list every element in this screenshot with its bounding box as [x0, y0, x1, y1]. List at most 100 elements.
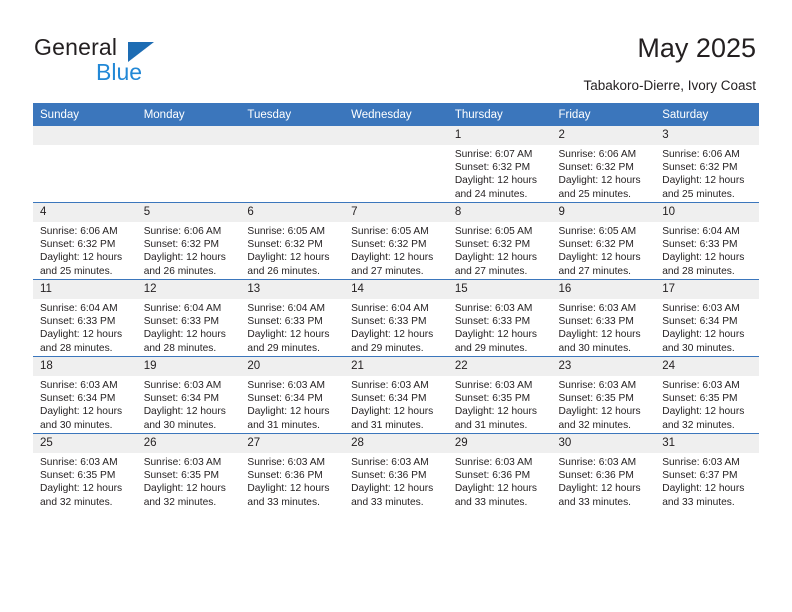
- calendar-day-cell[interactable]: 27 Sunrise: 6:03 AM Sunset: 6:36 PM Dayligh…: [240, 433, 345, 510]
- day-details: Sunrise: 6:03 AM Sunset: 6:36 PM Daylight:…: [448, 453, 552, 509]
- daylight-text: Daylight: 12 hours: [662, 252, 745, 264]
- day-number: 19: [136, 357, 241, 376]
- daylight-text: Daylight: 12 hours: [247, 329, 330, 341]
- page-header: General Blue May 2025 Tabakoro-Dierre, I…: [0, 0, 792, 103]
- day-details: Sunrise: 6:03 AM Sunset: 6:35 PM Daylight:…: [655, 376, 759, 432]
- sunset-text: Sunset: 6:32 PM: [40, 239, 116, 251]
- weekday-header-wednesday: Wednesday: [344, 103, 448, 126]
- sunset-text: Sunset: 6:33 PM: [558, 316, 634, 328]
- calendar-page: General Blue May 2025 Tabakoro-Dierre, I…: [0, 0, 792, 612]
- day-details: Sunrise: 6:03 AM Sunset: 6:34 PM Daylight:…: [240, 376, 344, 432]
- daylight-text: Daylight: 12 hours: [351, 483, 434, 495]
- calendar-day-cell[interactable]: 8 Sunrise: 6:05 AM Sunset: 6:32 PM Daylight…: [447, 202, 552, 280]
- calendar-day-cell[interactable]: 19 Sunrise: 6:03 AM Sunset: 6:34 PM Dayligh…: [136, 356, 241, 434]
- day-details: Sunrise: 6:06 AM Sunset: 6:32 PM Daylight:…: [137, 222, 241, 278]
- day-details: Sunrise: 6:03 AM Sunset: 6:34 PM Daylight:…: [137, 376, 241, 432]
- daylight-text: and 32 minutes.: [143, 496, 217, 508]
- calendar-day-cell[interactable]: 6 Sunrise: 6:05 AM Sunset: 6:32 PM Daylight…: [240, 202, 345, 280]
- sunrise-text: Sunrise: 6:03 AM: [143, 380, 222, 391]
- daylight-text: and 26 minutes.: [247, 265, 320, 277]
- calendar-day-cell[interactable]: 4 Sunrise: 6:06 AM Sunset: 6:32 PM Daylight…: [33, 202, 137, 280]
- day-number: 26: [136, 434, 241, 453]
- calendar-day-cell[interactable]: 5 Sunrise: 6:06 AM Sunset: 6:32 PM Daylight…: [136, 202, 241, 280]
- sunset-text: Sunset: 6:36 PM: [247, 470, 323, 482]
- sunrise-text: Sunrise: 6:03 AM: [40, 380, 118, 391]
- day-details: Sunrise: 6:05 AM Sunset: 6:32 PM Daylight:…: [344, 222, 448, 278]
- daylight-text: Daylight: 12 hours: [247, 483, 330, 495]
- day-details: Sunrise: 6:03 AM Sunset: 6:33 PM Daylight:…: [552, 299, 656, 355]
- day-number: 17: [655, 280, 759, 299]
- weekday-header-tuesday: Tuesday: [240, 103, 345, 126]
- calendar-day-cell[interactable]: 13 Sunrise: 6:04 AM Sunset: 6:33 PM Dayligh…: [240, 279, 345, 357]
- daylight-text: and 24 minutes.: [454, 188, 528, 200]
- sunset-text: Sunset: 6:37 PM: [662, 470, 738, 482]
- calendar-day-cell[interactable]: 26 Sunrise: 6:03 AM Sunset: 6:35 PM Dayligh…: [136, 433, 241, 510]
- calendar-day-cell[interactable]: 16 Sunrise: 6:03 AM Sunset: 6:33 PM Dayligh…: [551, 279, 656, 357]
- calendar-day-cell[interactable]: 28 Sunrise: 6:03 AM Sunset: 6:36 PM Dayligh…: [344, 433, 448, 510]
- calendar-day-cell[interactable]: 7 Sunrise: 6:05 AM Sunset: 6:32 PM Daylight…: [344, 202, 448, 280]
- sunset-text: Sunset: 6:32 PM: [454, 239, 531, 251]
- calendar-day-cell[interactable]: 18 Sunrise: 6:03 AM Sunset: 6:34 PM Dayligh…: [33, 356, 137, 434]
- daylight-text: Daylight: 12 hours: [143, 483, 226, 495]
- sunset-text: Sunset: 6:34 PM: [662, 316, 738, 328]
- calendar-empty-cell: [136, 126, 241, 203]
- daylight-text: and 30 minutes.: [662, 342, 735, 354]
- sunset-text: Sunset: 6:33 PM: [40, 316, 116, 328]
- weekday-header-monday: Monday: [136, 103, 241, 126]
- calendar-day-cell[interactable]: 14 Sunrise: 6:04 AM Sunset: 6:33 PM Dayligh…: [344, 279, 448, 357]
- daylight-text: and 29 minutes.: [247, 342, 320, 354]
- sunrise-text: Sunrise: 6:03 AM: [558, 457, 637, 468]
- daylight-text: and 32 minutes.: [40, 496, 113, 508]
- daylight-text: and 33 minutes.: [558, 496, 632, 508]
- sunrise-text: Sunrise: 6:03 AM: [454, 380, 533, 391]
- calendar-day-cell[interactable]: 23 Sunrise: 6:03 AM Sunset: 6:35 PM Dayligh…: [551, 356, 656, 434]
- sunrise-text: Sunrise: 6:04 AM: [143, 303, 222, 314]
- day-number: 2: [551, 126, 656, 145]
- daylight-text: and 30 minutes.: [143, 419, 217, 431]
- daylight-text: and 28 minutes.: [40, 342, 113, 354]
- daylight-text: and 33 minutes.: [454, 496, 528, 508]
- sunrise-text: Sunrise: 6:03 AM: [662, 303, 740, 314]
- sunset-text: Sunset: 6:33 PM: [351, 316, 427, 328]
- day-details: Sunrise: 6:03 AM Sunset: 6:34 PM Daylight:…: [344, 376, 448, 432]
- calendar-day-cell[interactable]: 20 Sunrise: 6:03 AM Sunset: 6:34 PM Dayligh…: [240, 356, 345, 434]
- calendar-day-cell[interactable]: 2 Sunrise: 6:06 AM Sunset: 6:32 PM Daylight…: [551, 126, 656, 203]
- calendar-day-cell[interactable]: 10 Sunrise: 6:04 AM Sunset: 6:33 PM Dayligh…: [655, 202, 759, 280]
- daylight-text: and 31 minutes.: [247, 419, 320, 431]
- general-blue-logo[interactable]: General Blue: [34, 34, 214, 86]
- sunrise-text: Sunrise: 6:07 AM: [454, 149, 533, 160]
- sunset-text: Sunset: 6:33 PM: [143, 316, 220, 328]
- sunrise-text: Sunrise: 6:04 AM: [247, 303, 325, 314]
- day-number: 29: [447, 434, 552, 453]
- calendar-header-row: Sunday Monday Tuesday Wednesday Thursday…: [33, 103, 759, 126]
- calendar-day-cell[interactable]: 29 Sunrise: 6:03 AM Sunset: 6:36 PM Dayligh…: [447, 433, 552, 510]
- day-number: 14: [344, 280, 448, 299]
- daylight-text: Daylight: 12 hours: [454, 406, 537, 418]
- weekday-header-sunday: Sunday: [33, 103, 137, 126]
- day-details: Sunrise: 6:03 AM Sunset: 6:35 PM Daylight:…: [33, 453, 137, 509]
- calendar-day-cell[interactable]: 3 Sunrise: 6:06 AM Sunset: 6:32 PM Daylight…: [655, 126, 759, 203]
- calendar-day-cell[interactable]: 9 Sunrise: 6:05 AM Sunset: 6:32 PM Daylight…: [551, 202, 656, 280]
- calendar-day-cell[interactable]: 31 Sunrise: 6:03 AM Sunset: 6:37 PM Dayligh…: [655, 433, 759, 510]
- daylight-text: Daylight: 12 hours: [558, 252, 641, 264]
- calendar-day-cell[interactable]: 12 Sunrise: 6:04 AM Sunset: 6:33 PM Dayligh…: [136, 279, 241, 357]
- calendar-day-cell[interactable]: 22 Sunrise: 6:03 AM Sunset: 6:35 PM Dayligh…: [447, 356, 552, 434]
- calendar-day-cell[interactable]: 25 Sunrise: 6:03 AM Sunset: 6:35 PM Dayligh…: [33, 433, 137, 510]
- daylight-text: and 25 minutes.: [558, 188, 632, 200]
- sunrise-text: Sunrise: 6:03 AM: [247, 457, 325, 468]
- calendar-day-cell[interactable]: 15 Sunrise: 6:03 AM Sunset: 6:33 PM Dayligh…: [447, 279, 552, 357]
- day-number: 8: [447, 203, 552, 222]
- calendar-day-cell[interactable]: 1 Sunrise: 6:07 AM Sunset: 6:32 PM Daylight…: [447, 126, 552, 203]
- calendar-day-cell[interactable]: 17 Sunrise: 6:03 AM Sunset: 6:34 PM Dayligh…: [655, 279, 759, 357]
- logo-text-blue: Blue: [96, 59, 143, 85]
- daylight-text: and 33 minutes.: [351, 496, 424, 508]
- sunrise-text: Sunrise: 6:05 AM: [454, 226, 533, 237]
- calendar-day-cell[interactable]: 24 Sunrise: 6:03 AM Sunset: 6:35 PM Dayligh…: [655, 356, 759, 434]
- logo-text-general: General: [34, 34, 118, 60]
- day-number: 9: [551, 203, 656, 222]
- calendar-day-cell[interactable]: 30 Sunrise: 6:03 AM Sunset: 6:36 PM Dayligh…: [551, 433, 656, 510]
- sunrise-text: Sunrise: 6:03 AM: [351, 457, 429, 468]
- sunrise-text: Sunrise: 6:03 AM: [143, 457, 222, 468]
- calendar-day-cell[interactable]: 11 Sunrise: 6:04 AM Sunset: 6:33 PM Dayligh…: [33, 279, 137, 357]
- calendar-day-cell[interactable]: 21 Sunrise: 6:03 AM Sunset: 6:34 PM Dayligh…: [344, 356, 448, 434]
